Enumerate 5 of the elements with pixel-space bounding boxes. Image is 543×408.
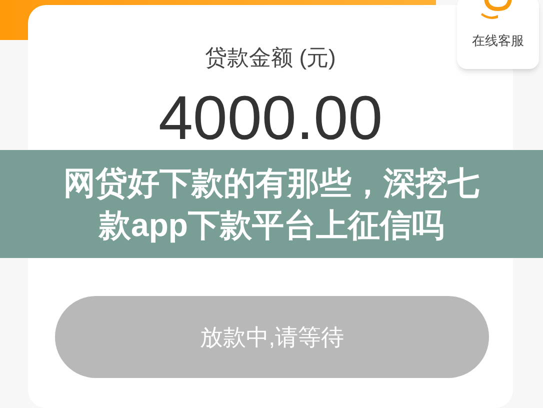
loan-amount-label: 贷款金额 (元): [205, 44, 336, 72]
support-label: 在线客服: [472, 32, 524, 50]
loan-amount: 4000.00: [158, 88, 383, 150]
support-widget[interactable]: 在线客服: [457, 0, 539, 69]
banner-title: 网贷好下款的有那些，深挖七款app下款平台上征信吗: [62, 164, 480, 245]
